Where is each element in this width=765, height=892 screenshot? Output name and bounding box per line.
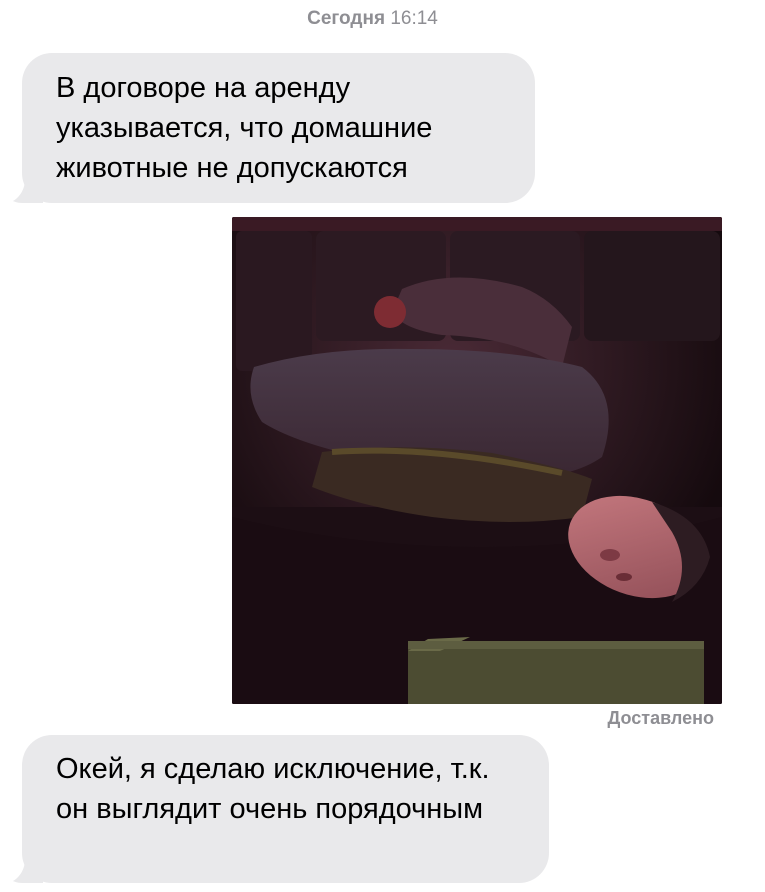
timestamp-time: 16:14 <box>390 8 438 29</box>
bubble-tail <box>13 179 43 203</box>
photo-attachment[interactable] <box>232 217 722 704</box>
message-text: В договоре на аренду указывается, что до… <box>56 72 433 184</box>
incoming-message-bubble[interactable]: Окей, я сделаю исключение, т.к. он выгля… <box>13 735 549 883</box>
message-timestamp: Сегодня 16:14 <box>0 8 745 30</box>
message-text: Окей, я сделаю исключение, т.к. он выгля… <box>56 753 490 825</box>
delivery-status: Доставлено <box>607 708 714 728</box>
incoming-message-bubble[interactable]: В договоре на аренду указывается, что до… <box>13 53 535 203</box>
bubble-tail <box>13 859 43 883</box>
photo-man-lying-on-couch-icon <box>232 217 722 704</box>
timestamp-day: Сегодня <box>307 8 386 29</box>
